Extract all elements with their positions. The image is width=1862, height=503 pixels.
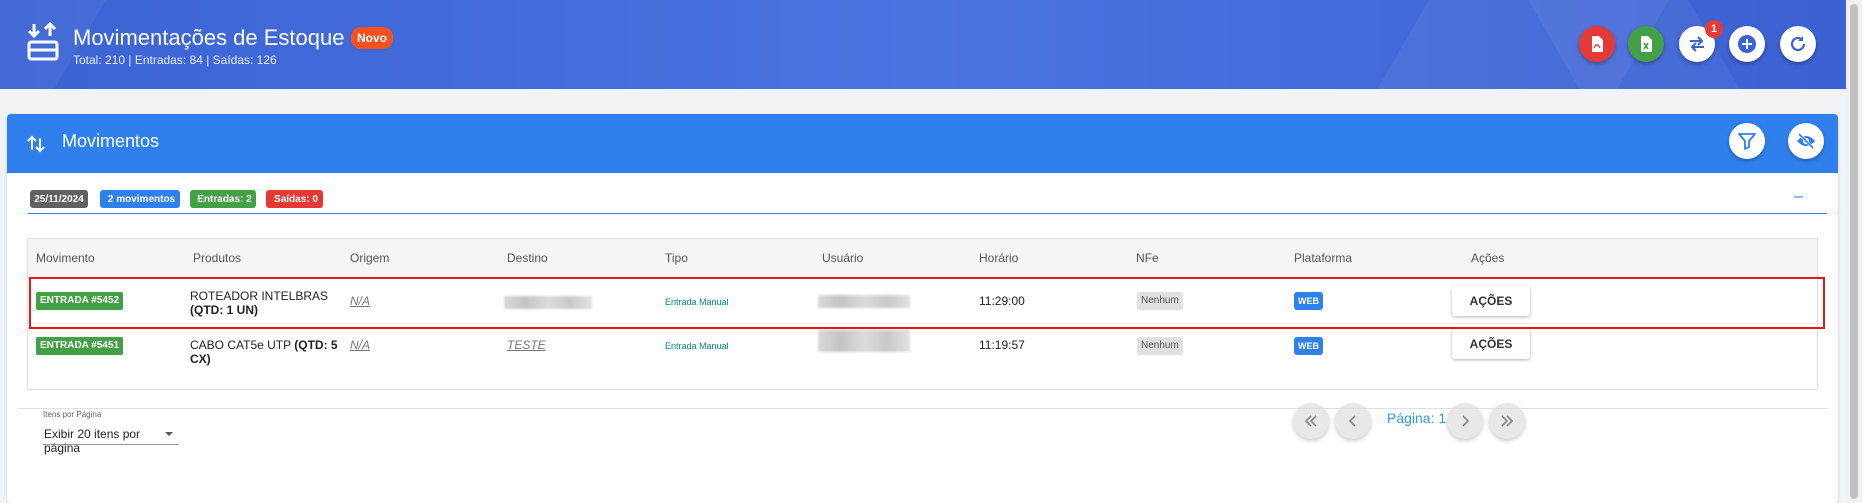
- page-indicator: Página: 1: [1387, 410, 1447, 426]
- column-header-origem[interactable]: Origem: [350, 251, 389, 265]
- page-header: Movimentações de Estoque Novo Total: 210…: [0, 0, 1846, 89]
- origin-link[interactable]: N/A: [350, 294, 370, 308]
- saidas-chip: Saídas: 0: [266, 190, 323, 208]
- platform-badge: WEB: [1294, 337, 1323, 355]
- chevron-right-icon: [1462, 415, 1470, 427]
- column-header-acoes: Ações: [1471, 251, 1505, 265]
- saidas-label: Saídas: 0: [274, 193, 318, 205]
- items-per-page-select[interactable]: Exibir 20 itens por página: [43, 423, 179, 455]
- column-header-usuario[interactable]: Usuário: [822, 251, 863, 265]
- table-row[interactable]: ENTRADA #5451 CABO CAT5e UTP (QTD: 5 CX)…: [28, 323, 1817, 367]
- type-label: Entrada Manual: [665, 297, 729, 307]
- stock-movement-icon: [27, 22, 59, 61]
- movement-badge: ENTRADA #5451: [36, 337, 124, 355]
- origin-link[interactable]: N/A: [350, 338, 370, 352]
- movement-badge: ENTRADA #5452: [36, 292, 124, 310]
- nfe-badge: Nenhum: [1137, 292, 1183, 310]
- filter-icon: [1738, 133, 1756, 150]
- double-chevron-left-icon: [1304, 415, 1317, 427]
- product-cell: CABO CAT5e UTP (QTD: 5 CX): [190, 338, 340, 366]
- notification-count-badge: 1: [1705, 20, 1723, 38]
- chevron-down-icon: [165, 432, 173, 436]
- card-bottom-border: [18, 408, 1828, 409]
- actions-button[interactable]: AÇÕES: [1452, 286, 1530, 316]
- chevron-left-icon: [1348, 415, 1356, 427]
- movements-card: Movimentos 25/11/2024 2 movimentos Entra: [7, 114, 1838, 503]
- date-chip: 25/11/2024: [30, 190, 88, 208]
- entradas-chip: Entradas: 2: [190, 190, 256, 208]
- card-title: Movimentos: [62, 131, 160, 151]
- column-header-produtos[interactable]: Produtos: [193, 251, 241, 265]
- table-row[interactable]: ENTRADA #5452 ROTEADOR INTELBRAS (QTD: 1…: [28, 279, 1817, 323]
- refresh-icon: [1790, 36, 1806, 52]
- page-subtitle: Total: 210 | Entradas: 84 | Saídas: 126: [73, 53, 277, 67]
- platform-badge: WEB: [1294, 292, 1323, 310]
- movements-count-label: 2 movimentos: [107, 193, 176, 205]
- column-header-destino[interactable]: Destino: [507, 251, 548, 265]
- product-quantity: (QTD: 1 UN): [190, 303, 258, 317]
- column-header-nfe[interactable]: NFe: [1136, 251, 1159, 265]
- collapse-toggle[interactable]: –: [1794, 189, 1806, 205]
- export-excel-button[interactable]: [1628, 26, 1664, 62]
- table-header: Movimento Produtos Origem Destino Tipo U…: [28, 239, 1817, 279]
- add-button[interactable]: [1729, 26, 1765, 62]
- divider: [28, 213, 1827, 214]
- movements-table: Movimento Produtos Origem Destino Tipo U…: [27, 238, 1818, 390]
- product-name: CABO CAT5e UTP: [190, 338, 295, 352]
- plus-circle-icon: [1738, 35, 1756, 53]
- swap-arrows-icon: [1690, 36, 1704, 52]
- items-per-page-label: Itens por Página: [43, 410, 102, 419]
- date-chip-label: 25/11/2024: [34, 193, 84, 205]
- pdf-file-icon: [1592, 36, 1603, 52]
- user-redacted: [818, 330, 910, 352]
- refresh-button[interactable]: [1780, 26, 1816, 62]
- eye-off-icon: [1797, 132, 1815, 150]
- time-value: 11:29:00: [979, 294, 1025, 308]
- export-pdf-button[interactable]: [1579, 26, 1615, 62]
- type-label: Entrada Manual: [665, 341, 729, 351]
- user-redacted: [818, 295, 910, 308]
- destination-redacted: [504, 296, 592, 309]
- excel-file-icon: [1641, 36, 1652, 52]
- nfe-badge: Nenhum: [1137, 337, 1183, 355]
- hide-columns-button[interactable]: [1788, 123, 1824, 159]
- column-header-plataforma[interactable]: Plataforma: [1294, 251, 1352, 265]
- entradas-label: Entradas: 2: [197, 193, 252, 205]
- time-value: 11:19:57: [979, 338, 1025, 352]
- filter-button[interactable]: [1729, 123, 1765, 159]
- vertical-scrollbar[interactable]: [1846, 0, 1862, 503]
- card-header: Movimentos: [7, 114, 1838, 173]
- column-header-tipo[interactable]: Tipo: [665, 251, 688, 265]
- actions-button[interactable]: AÇÕES: [1452, 329, 1530, 359]
- items-per-page-value: Exibir 20 itens por página: [44, 427, 141, 455]
- destination-link[interactable]: TESTE: [507, 338, 546, 352]
- product-name: ROTEADOR INTELBRAS: [190, 289, 329, 303]
- page-title: Movimentações de Estoque: [73, 25, 345, 50]
- column-header-movimento[interactable]: Movimento: [36, 251, 95, 265]
- product-cell: ROTEADOR INTELBRAS (QTD: 1 UN): [190, 289, 340, 317]
- scrollbar-thumb[interactable]: [1850, 4, 1858, 499]
- column-header-horario[interactable]: Horário: [979, 251, 1018, 265]
- movements-count-chip: 2 movimentos: [100, 190, 180, 208]
- new-badge: Novo: [351, 27, 393, 49]
- sort-arrows-icon: [27, 135, 45, 153]
- double-chevron-right-icon: [1501, 415, 1514, 427]
